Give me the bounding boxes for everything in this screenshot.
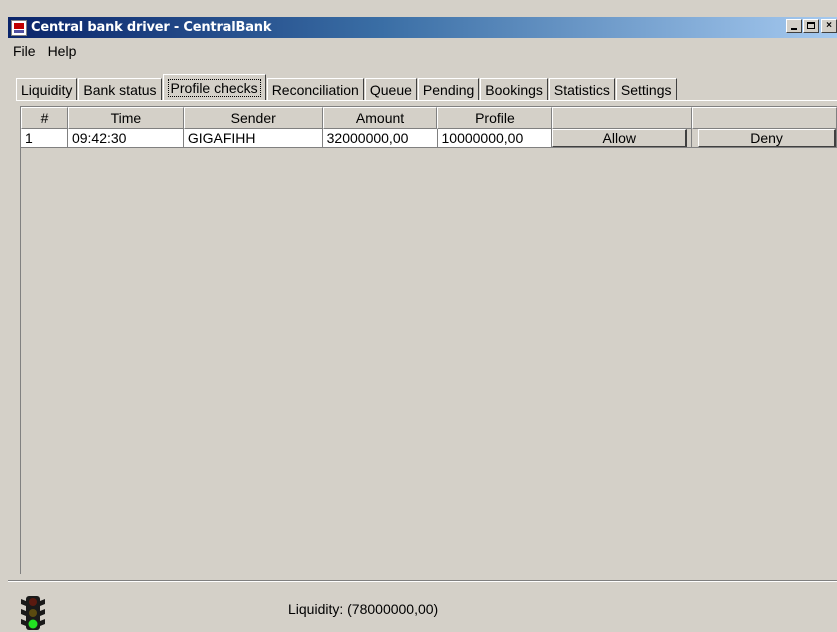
column-header-sender[interactable]: Sender [183, 107, 323, 129]
tab-panel-border [16, 100, 837, 101]
column-header-time[interactable]: Time [67, 107, 184, 129]
cell-allow: Allow [552, 129, 693, 148]
menu-help[interactable]: Help [43, 43, 84, 59]
tab-label: Pending [422, 81, 475, 98]
maximize-button[interactable] [803, 19, 819, 33]
tab-label: Bank status [83, 81, 157, 98]
deny-button[interactable]: Deny [698, 129, 837, 147]
tab-settings[interactable]: Settings [615, 78, 677, 100]
tab-label: Statistics [553, 81, 610, 98]
tab-profile-checks[interactable]: Profile checks [162, 74, 266, 100]
table-header: # Time Sender Amount Profile [21, 107, 837, 129]
tab-liquidity[interactable]: Liquidity [16, 78, 78, 100]
cell-profile: 10000000,00 [437, 129, 553, 148]
tab-queue[interactable]: Queue [364, 78, 417, 100]
tab-label: Liquidity [21, 81, 73, 98]
close-button[interactable]: × [821, 19, 837, 33]
menu-file[interactable]: File [8, 43, 43, 59]
tab-label: Settings [620, 81, 672, 98]
minimize-button[interactable] [786, 19, 802, 33]
close-icon: × [826, 20, 832, 31]
cell-deny: Deny [692, 129, 837, 148]
title-bar[interactable]: Central bank driver - CentralBank × [8, 17, 837, 38]
tab-label: Profile checks [167, 78, 261, 97]
tab-label: Bookings [485, 81, 543, 98]
tab-strip: Liquidity Bank status Profile checks Rec… [16, 74, 678, 100]
tab-label: Reconciliation [271, 81, 359, 98]
column-header-deny[interactable] [692, 107, 837, 129]
cell-sender: GIGAFIHH [183, 129, 323, 148]
traffic-light-icon [21, 596, 45, 630]
column-header-allow[interactable] [552, 107, 693, 129]
tab-label: Queue [369, 81, 412, 98]
status-bar: Liquidity: (78000000,00) [8, 580, 837, 632]
column-header-amount[interactable]: Amount [322, 107, 438, 129]
menu-bar: File Help [8, 40, 83, 62]
column-header-profile[interactable]: Profile [437, 107, 553, 129]
tab-statistics[interactable]: Statistics [548, 78, 615, 100]
table-row[interactable]: 1 09:42:30 GIGAFIHH 32000000,00 10000000… [21, 129, 837, 148]
liquidity-status: Liquidity: (78000000,00) [288, 601, 439, 617]
window-title: Central bank driver - CentralBank [31, 20, 272, 35]
allow-button[interactable]: Allow [552, 129, 688, 147]
window-controls: × [785, 19, 837, 33]
cell-time: 09:42:30 [67, 129, 184, 148]
profile-checks-table[interactable]: # Time Sender Amount Profile 1 09:42:30 … [20, 106, 837, 574]
cell-amount: 32000000,00 [322, 129, 438, 148]
tab-pending[interactable]: Pending [417, 78, 480, 100]
tab-bookings[interactable]: Bookings [480, 78, 548, 100]
column-header-number[interactable]: # [21, 107, 68, 129]
app-window: Central bank driver - CentralBank × File… [0, 0, 837, 632]
tab-bank-status[interactable]: Bank status [78, 78, 162, 100]
tab-reconciliation[interactable]: Reconciliation [266, 78, 364, 100]
app-icon[interactable] [11, 19, 27, 36]
cell-number: 1 [21, 129, 68, 148]
